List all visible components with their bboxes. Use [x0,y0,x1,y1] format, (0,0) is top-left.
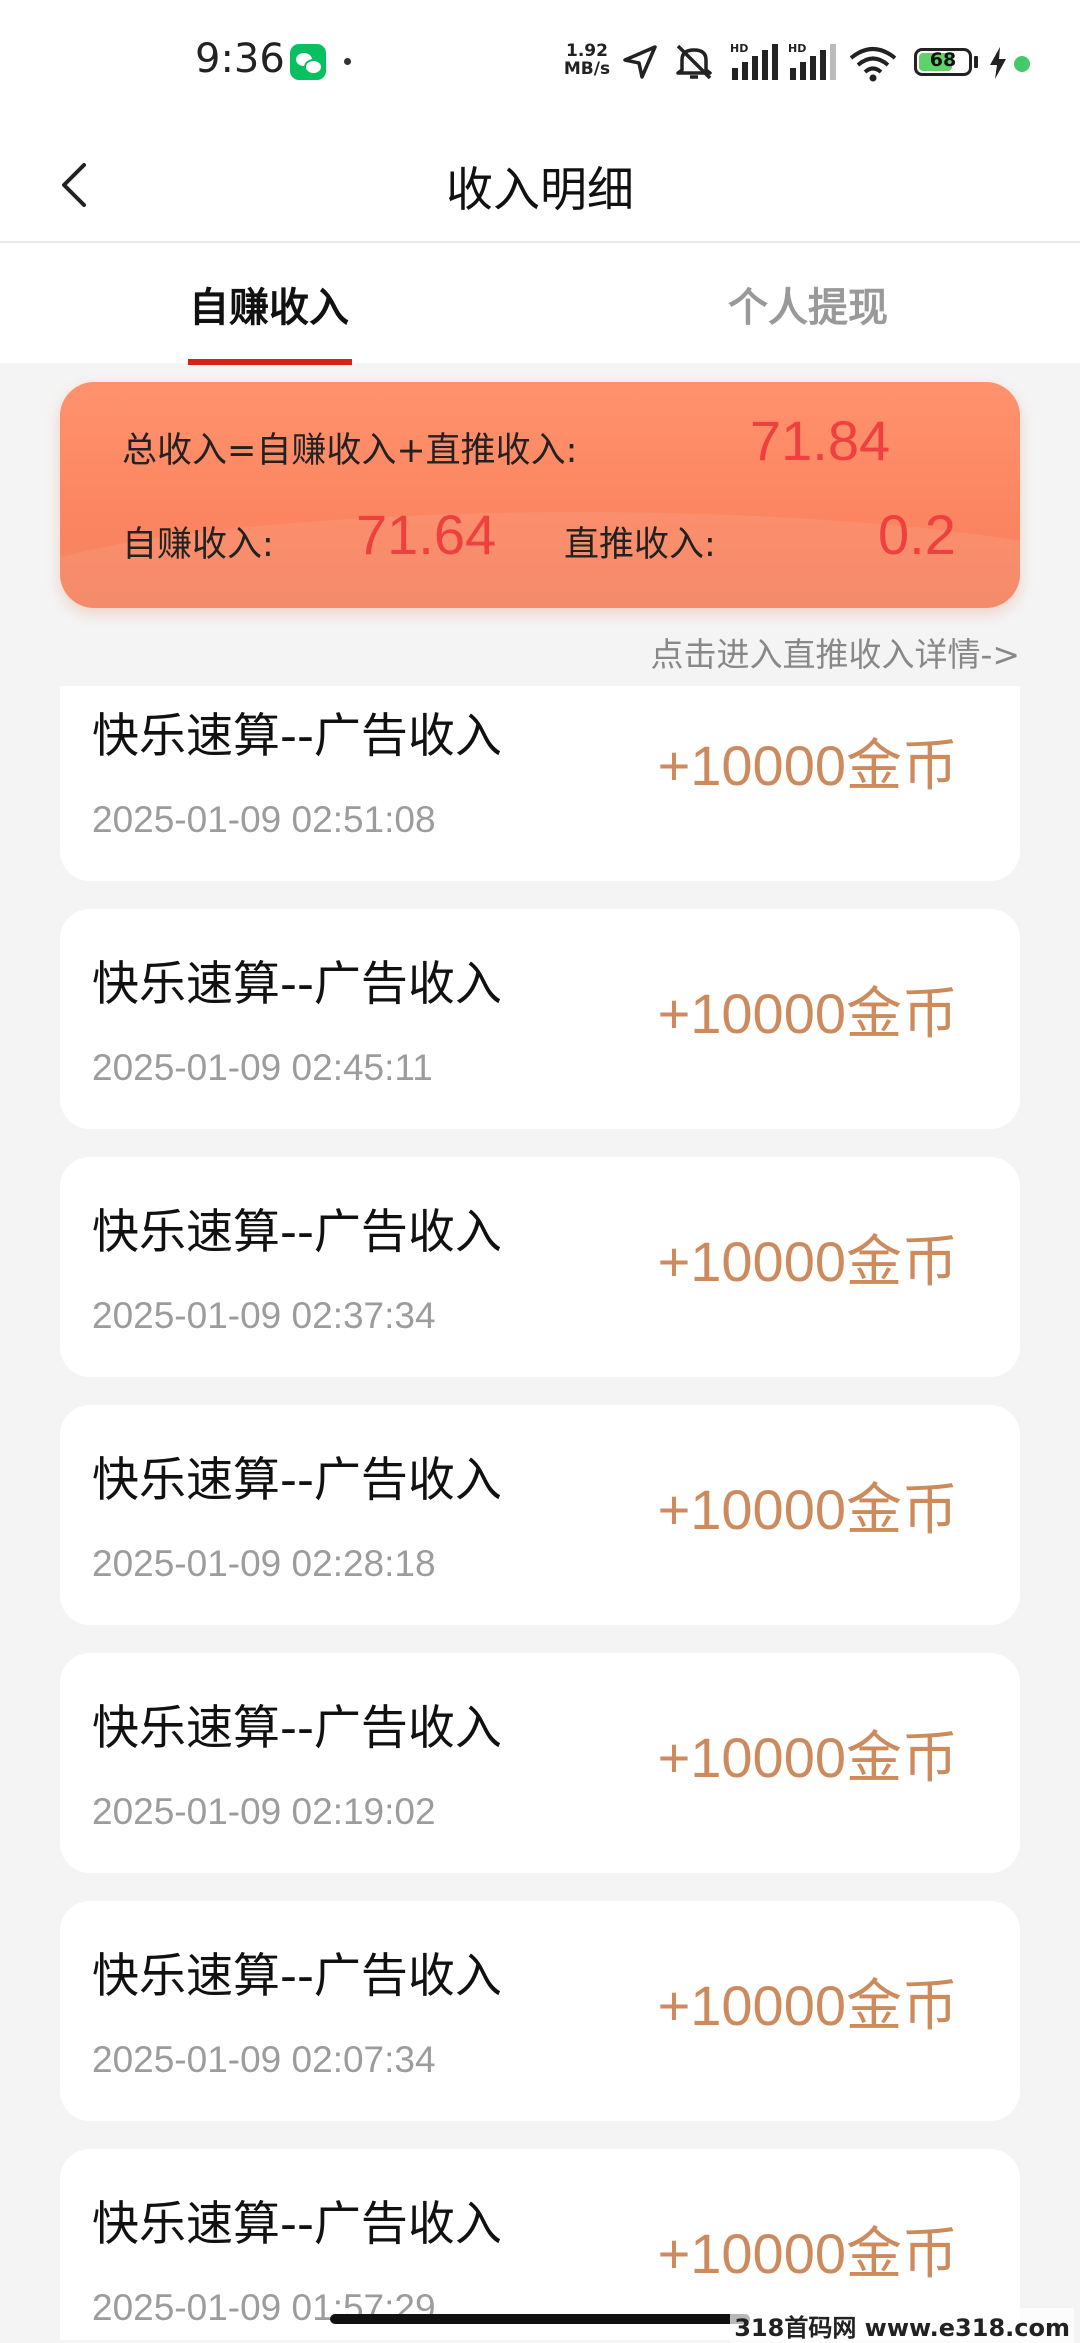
mute-icon [676,44,712,80]
home-indicator[interactable] [330,2314,750,2324]
battery-cap [974,56,978,68]
wechat-icon [290,44,326,80]
record-title: 快乐速算--广告收入 [92,1949,502,2004]
tab-personal-withdrawal[interactable]: 个人提现 [728,275,888,333]
net-speed-value: 1.92 [566,41,608,61]
record-time: 2025-01-09 02:19:02 [92,1791,436,1832]
record-time: 2025-01-09 02:37:34 [92,1295,436,1336]
page-title: 收入明细 [446,163,634,218]
record-amount: +10000金币 [657,1230,958,1293]
record-amount: +10000金币 [657,1726,958,1789]
svg-text:HD: HD [788,42,806,55]
record-list-content: 快乐速算--广告收入 2025-01-09 02:51:08 +10000金币 快乐速… [60,686,1020,2340]
wifi-icon [849,47,897,82]
record-title: 快乐速算--广告收入 [92,1453,502,1508]
record-title: 快乐速算--广告收入 [92,1205,502,1260]
list-item[interactable]: 快乐速算--广告收入 2025-01-09 02:37:34 +10000金币 [60,1157,1020,1377]
battery-level: 68 [929,49,957,71]
record-amount: +10000金币 [657,2222,958,2285]
active-tab-indicator [188,359,352,365]
tab-self-earnings[interactable]: 自赚收入 [189,275,349,333]
record-time: 2025-01-09 02:07:34 [92,2039,436,2080]
signal-icon: HD [788,42,836,80]
list-item[interactable]: 快乐速算--广告收入 2025-01-09 02:19:02 +10000金币 [60,1653,1020,1873]
record-amount: +10000金币 [657,734,958,797]
privacy-indicator [1014,56,1030,72]
battery-icon: 68 [914,48,972,76]
income-record-list[interactable]: 快乐速算--广告收入 2025-01-09 02:51:08 +10000金币 快乐速… [0,686,1080,2340]
status-time: 9:36 [195,36,285,82]
self-income-value: 71.64 [356,503,497,566]
record-amount: +10000金币 [657,982,958,1045]
record-title: 快乐速算--广告收入 [92,1701,502,1756]
svg-text:HD: HD [730,42,748,55]
location-icon [623,45,657,79]
list-item[interactable]: 快乐速算--广告收入 2025-01-09 02:51:08 +10000金币 [60,686,1020,881]
direct-income-value: 0.2 [878,503,956,566]
self-income-label: 自赚收入: [122,525,274,565]
income-summary-card: 总收入=自赚收入+直推收入: 71.84 自赚收入: 71.64 直推收入: 0… [60,382,1020,608]
net-speed-unit: MB/s [563,59,611,79]
net-speed: 1.92 MB/s [562,42,612,78]
total-income-value: 71.84 [750,409,891,472]
nav-header: 收入明细 [0,125,1080,243]
status-bar: 9:36 1.92 MB/s HD HD 68 [0,0,1080,125]
list-item[interactable]: 快乐速算--广告收入 2025-01-09 02:45:11 +10000金币 [60,909,1020,1129]
record-amount: +10000金币 [657,1478,958,1541]
record-time: 2025-01-09 02:51:08 [92,799,436,840]
list-item[interactable]: 快乐速算--广告收入 2025-01-09 02:28:18 +10000金币 [60,1405,1020,1625]
total-income-label: 总收入=自赚收入+直推收入: [122,431,578,471]
direct-income-label: 直推收入: [564,525,716,565]
record-amount: +10000金币 [657,1974,958,2037]
record-title: 快乐速算--广告收入 [92,2197,502,2252]
record-title: 快乐速算--广告收入 [92,709,502,764]
record-time: 2025-01-09 02:28:18 [92,1543,436,1584]
direct-income-detail-link[interactable]: 点击进入直推收入详情-> [650,628,1020,676]
charging-icon [990,47,1006,79]
watermark: 318首码网 www.e318.com [730,2308,1074,2343]
record-time: 2025-01-09 02:45:11 [92,1047,433,1088]
list-item[interactable]: 快乐速算--广告收入 2025-01-09 02:07:34 +10000金币 [60,1901,1020,2121]
record-title: 快乐速算--广告收入 [92,957,502,1012]
tab-bar: 自赚收入 个人提现 [0,243,1080,365]
signal-icon: HD [730,42,778,80]
notification-dot [344,58,351,65]
